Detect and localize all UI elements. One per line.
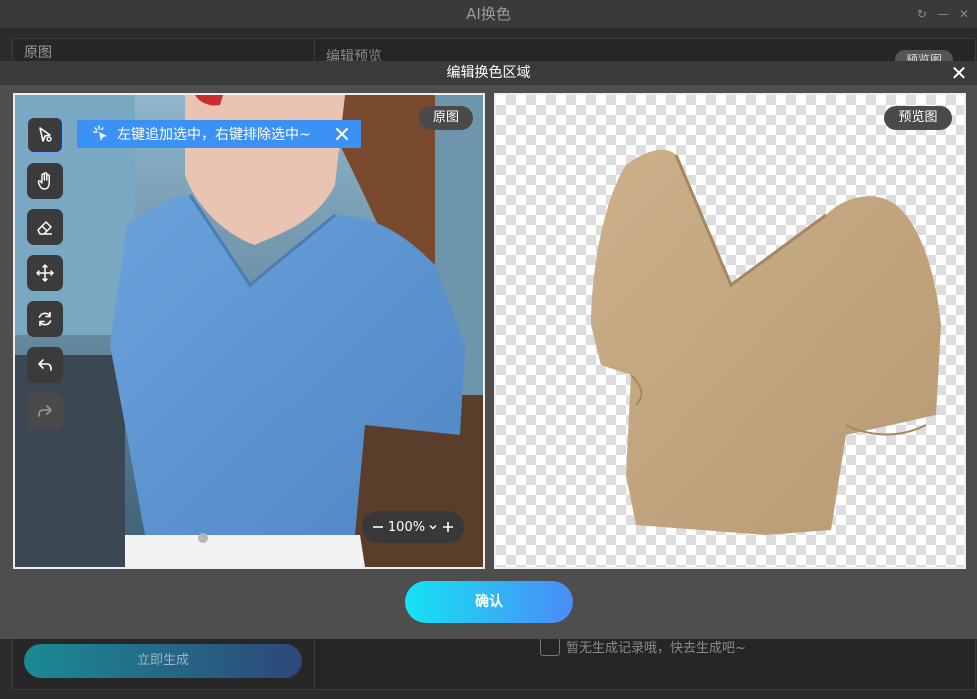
redo-tool-button[interactable] bbox=[27, 393, 63, 429]
close-icon[interactable] bbox=[333, 125, 351, 143]
confirm-button[interactable]: 确认 bbox=[405, 581, 573, 623]
eraser-tool-button[interactable] bbox=[27, 209, 63, 245]
preview-image-canvas[interactable]: 预览图 bbox=[494, 93, 966, 569]
tool-sidebar bbox=[27, 117, 63, 429]
modal-title: 编辑换色区域 bbox=[446, 65, 531, 81]
zoom-in-icon[interactable] bbox=[440, 519, 456, 535]
left-panel-title: 原图 bbox=[24, 45, 52, 61]
window-title-bar: AI换色 bbox=[0, 0, 977, 28]
empty-history-icon bbox=[540, 636, 560, 656]
click-cursor-icon bbox=[93, 125, 107, 141]
eraser-icon bbox=[37, 221, 52, 235]
cursor-select-icon bbox=[39, 127, 52, 142]
select-tool-button[interactable] bbox=[27, 117, 63, 153]
undo-icon bbox=[38, 359, 52, 371]
preview-badge-label: 预览图 bbox=[884, 106, 952, 130]
empty-history: 暂无生成记录哦，快去生成吧~ bbox=[540, 636, 746, 656]
chevron-down-icon bbox=[429, 525, 437, 530]
move-icon bbox=[36, 264, 54, 282]
window-controls: ↻ — ✕ bbox=[917, 0, 969, 28]
redo-icon bbox=[38, 405, 52, 417]
generate-button[interactable]: 立即生成 bbox=[24, 644, 302, 678]
hand-icon bbox=[37, 172, 50, 190]
original-badge: 原图 bbox=[419, 106, 473, 130]
minimize-icon[interactable]: — bbox=[937, 7, 949, 21]
window-title: AI换色 bbox=[466, 5, 511, 23]
move-tool-button[interactable] bbox=[27, 255, 63, 291]
empty-history-text: 暂无生成记录哦，快去生成吧~ bbox=[566, 640, 746, 656]
zoom-level-select[interactable]: 100% bbox=[388, 520, 438, 535]
zoom-out-icon[interactable] bbox=[370, 519, 386, 535]
zoom-level-value: 100% bbox=[387, 519, 426, 535]
original-image-canvas[interactable]: 原图 左键追加选中，右键排除选中~ 100% bbox=[13, 93, 485, 569]
reset-tool-button[interactable] bbox=[27, 301, 63, 337]
refresh-icon bbox=[38, 311, 52, 327]
zoom-control: 100% bbox=[362, 511, 464, 543]
preview-shirt bbox=[591, 149, 941, 535]
refresh-icon[interactable]: ↻ bbox=[917, 7, 927, 21]
hand-tool-button[interactable] bbox=[27, 163, 63, 199]
hint-text: 左键追加选中，右键排除选中~ bbox=[117, 127, 311, 143]
close-icon[interactable]: ✕ bbox=[959, 7, 969, 21]
modal-close-button[interactable]: ✕ bbox=[947, 61, 971, 85]
original-photo bbox=[15, 95, 483, 567]
edit-color-area-modal: 编辑换色区域 ✕ 原图 左键追加选中，右键排除选中~ 100% 预览图 确认 bbox=[0, 61, 977, 639]
undo-tool-button[interactable] bbox=[27, 347, 63, 383]
selection-hint-banner: 左键追加选中，右键排除选中~ bbox=[77, 120, 361, 148]
